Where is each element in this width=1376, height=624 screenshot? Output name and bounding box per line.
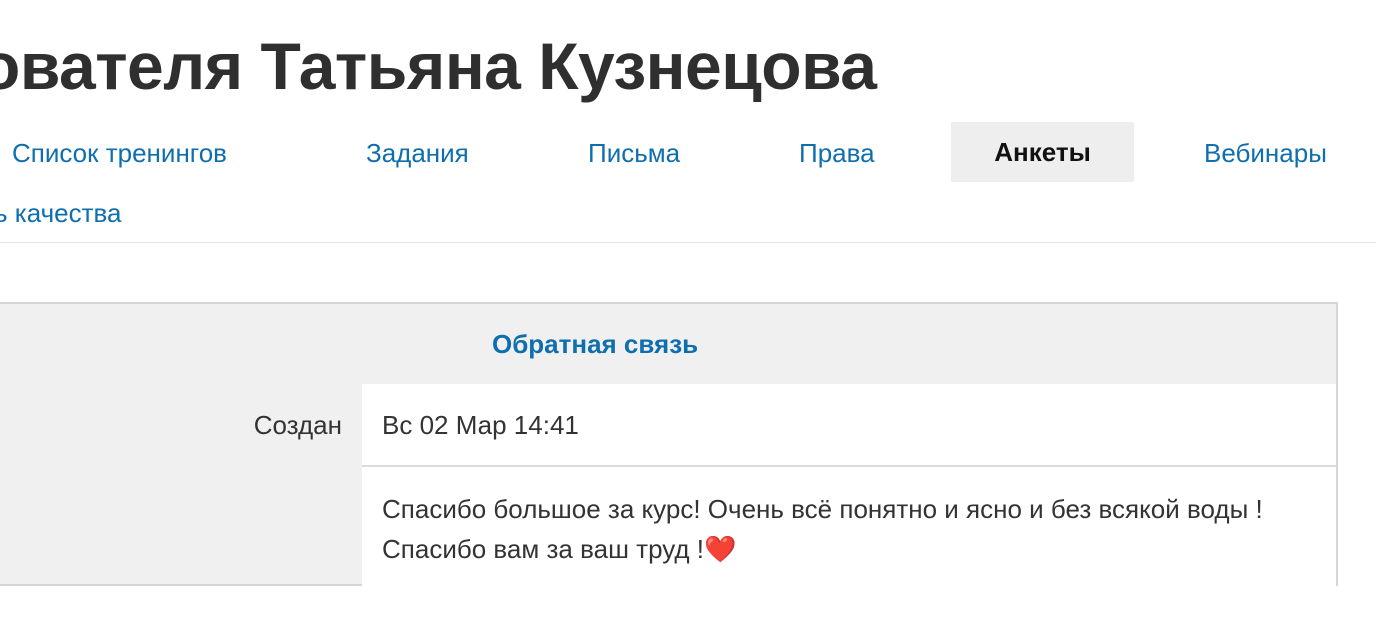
- message-label: [0, 467, 362, 586]
- tab-letters[interactable]: Письма: [588, 123, 680, 183]
- created-value: Вс 02 Мар 14:41: [362, 384, 1336, 466]
- tab-assignments[interactable]: Задания: [366, 123, 469, 183]
- feedback-panel: Обратная связь Создан Вс 02 Мар 14:41 Сп…: [0, 302, 1338, 586]
- tab-quality[interactable]: ь качества: [0, 183, 122, 243]
- created-label: Создан: [253, 410, 342, 440]
- message-text: Спасибо большое за курс! Очень всё понят…: [382, 494, 1263, 564]
- tabs-divider: [0, 242, 1376, 243]
- heart-emoji: ❤️: [704, 534, 737, 564]
- panel-header: Обратная связь: [0, 304, 1336, 384]
- message-value: Спасибо большое за курс! Очень всё понят…: [362, 467, 1336, 586]
- tab-rights[interactable]: Права: [799, 123, 875, 183]
- tab-surveys[interactable]: Анкеты: [951, 122, 1134, 182]
- page-title: ователя Татьяна Кузнецова: [0, 29, 877, 103]
- tab-webinars[interactable]: Вебинары: [1204, 123, 1327, 183]
- panel-title: Обратная связь: [492, 329, 699, 359]
- tab-trainings-list[interactable]: Список тренингов: [12, 123, 227, 183]
